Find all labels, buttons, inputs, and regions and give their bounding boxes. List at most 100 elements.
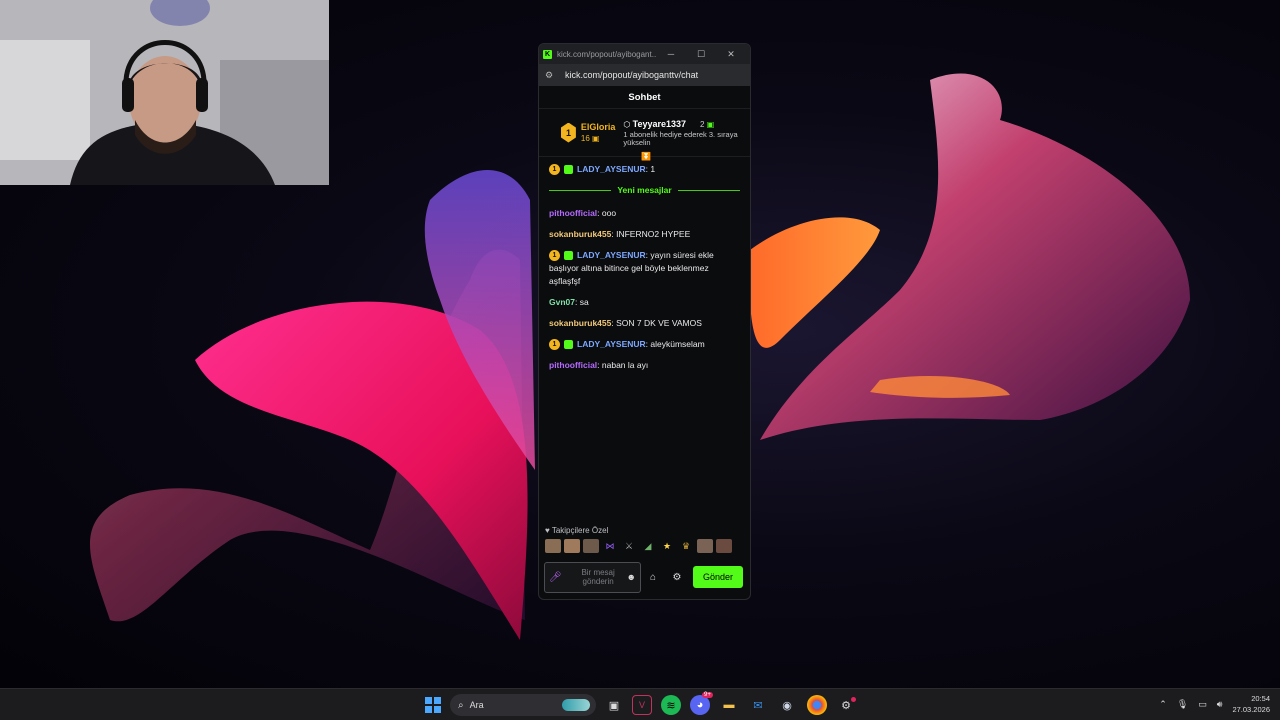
message-text: : INFERNO2 HYPEE — [611, 229, 691, 239]
search-icon: ⌕ — [458, 699, 464, 711]
chrome-icon[interactable] — [807, 695, 827, 715]
message-text: : 1 — [645, 164, 656, 174]
subscriber-badge-icon: 1 — [549, 164, 560, 176]
app-v-icon[interactable]: V — [632, 695, 652, 715]
webcam-overlay — [0, 0, 329, 185]
search-placeholder: Ara — [469, 700, 484, 710]
chat-message: 1 LADY_AYSENUR: yayın süresi ekle başlıyo… — [549, 249, 740, 288]
chevron-up-icon[interactable]: ⌃ — [1159, 699, 1167, 710]
chat-input-placeholder: Bir mesaj gönderin — [581, 568, 615, 586]
emote-face-icon[interactable] — [564, 539, 580, 553]
network-icon[interactable]: ▭ — [1198, 699, 1207, 710]
gifter-badge-icon — [564, 251, 573, 261]
message-text: : sa — [575, 297, 589, 307]
message-text: : aleykümselam — [645, 339, 705, 349]
emote-sword-icon[interactable]: ⚔ — [621, 539, 637, 553]
task-view-icon[interactable]: ▣ — [604, 695, 624, 715]
windows-start-icon[interactable] — [425, 697, 441, 713]
chat-message: sokanburuk455: SON 7 DK VE VAMOS — [549, 317, 740, 330]
address-text: kick.com/popout/ayiboganttv/chat — [565, 70, 699, 80]
shop-icon[interactable]: ⌂ — [641, 572, 665, 583]
message-username[interactable]: sokanburuk455 — [549, 229, 611, 239]
second-username[interactable]: Teyyare1337 — [633, 119, 686, 129]
pinned-leaderboard: 1 ElGloria 16 ▣ ⬡ Teyyare1337 2 ▣ 1 abone… — [539, 109, 750, 161]
message-text: : SON 7 DK VE VAMOS — [611, 318, 702, 328]
mail-icon[interactable]: ✉ — [748, 695, 768, 715]
chevron-down-icon[interactable]: ⏬ — [641, 152, 651, 161]
discord-icon[interactable]: ◕ — [690, 695, 710, 715]
clock-date: 27.03.2026 — [1232, 705, 1270, 714]
subscriber-badge-icon: 1 — [549, 250, 560, 262]
gifter-badge-icon — [564, 340, 573, 350]
clock[interactable]: 20:54 27.03.2026 — [1232, 693, 1270, 715]
gift-icon: ▣ — [592, 134, 600, 143]
spotify-icon[interactable]: ≋ — [661, 695, 681, 715]
heart-icon: ♥ — [545, 526, 550, 535]
clock-time: 20:54 — [1251, 694, 1270, 703]
chat-message: Gvn07: sa — [549, 296, 740, 309]
leader-username[interactable]: ElGloria — [581, 122, 616, 132]
emote-frog-icon[interactable]: ◢ — [640, 539, 656, 553]
discord-badge: 9+ — [702, 692, 713, 698]
chat-input-row: 🎤︎ Bir mesaj gönderin ☻ ⌂ ⚙ Gönder — [544, 561, 747, 593]
chat-message: pithoofficial: naban la ayı — [549, 359, 740, 372]
minimize-button[interactable]: ─ — [656, 49, 686, 59]
taskbar: ⌕ Ara ▣ V ≋ ◕ 9+ ▬ ✉ ◉ ⚙ ⌃ 🎙︎ ▭ 🔊︎ 20:54… — [0, 688, 1280, 720]
followers-only-label: ♥ Takipçilere Özel — [545, 526, 609, 535]
emote-face-icon[interactable] — [583, 539, 599, 553]
kick-logo-icon: K — [543, 49, 552, 59]
message-username[interactable]: Gvn07 — [549, 297, 575, 307]
site-settings-icon[interactable]: ⚙ — [545, 70, 557, 81]
subscriber-badge-icon: 1 — [549, 339, 560, 351]
chat-title: Sohbet — [628, 91, 661, 103]
chat-message: pithoofficial: ooo — [549, 207, 740, 220]
maximize-button[interactable]: ☐ — [686, 49, 716, 60]
gifter-badge-icon — [564, 165, 573, 175]
chat-messages: 1 LADY_AYSENUR: 1 Yeni mesajlar pithooffi… — [539, 157, 750, 386]
chat-popout-window: K kick.com/popout/ayibogant... ─ ☐ ✕ ⚙ k… — [538, 43, 751, 600]
emote-crown-icon[interactable]: ♛ — [678, 539, 694, 553]
gear-icon[interactable]: ⚙ — [665, 572, 689, 583]
chat-message: sokanburuk455: INFERNO2 HYPEE — [549, 228, 740, 241]
window-titlebar: K kick.com/popout/ayibogant... ─ ☐ ✕ — [539, 44, 750, 64]
window-title: kick.com/popout/ayibogant... — [557, 49, 656, 59]
emote-butterfly-icon[interactable]: ⋈ — [602, 539, 618, 553]
message-username[interactable]: pithoofficial — [549, 208, 597, 218]
search-highlight-icon — [562, 699, 590, 711]
emote-bar: ♥ Takipçilere Özel ⋈ ⚔ ◢ ★ ♛ — [539, 526, 750, 553]
close-button[interactable]: ✕ — [716, 49, 746, 60]
gift-promo-text: 1 abonelik hediye ederek 3. sıraya yükse… — [623, 129, 738, 147]
new-messages-divider: Yeni mesajlar — [549, 184, 740, 197]
message-username[interactable]: sokanburuk455 — [549, 318, 611, 328]
volume-icon[interactable]: 🔊︎ — [1217, 699, 1223, 710]
message-text: : ooo — [597, 208, 617, 218]
chat-header: Sohbet — [539, 86, 750, 109]
chat-message: 1 LADY_AYSENUR: aleykümselam — [549, 338, 740, 351]
microphone-icon[interactable]: 🎤︎ — [549, 572, 562, 583]
emote-face-icon[interactable] — [545, 539, 561, 553]
system-tray: ⌃ 🎙︎ ▭ 🔊︎ 20:54 27.03.2026 — [1159, 693, 1270, 715]
emote-face-icon[interactable] — [716, 539, 732, 553]
gift-icon: ▣ — [706, 119, 715, 129]
emote-star-icon[interactable]: ★ — [659, 539, 675, 553]
message-username[interactable]: pithoofficial — [549, 360, 597, 370]
message-username[interactable]: LADY_AYSENUR — [577, 164, 646, 174]
leader-count: 16 — [580, 134, 590, 143]
send-button[interactable]: Gönder — [693, 566, 743, 588]
address-bar[interactable]: ⚙ kick.com/popout/ayiboganttv/chat — [539, 64, 750, 86]
chat-input[interactable]: 🎤︎ Bir mesaj gönderin ☻ — [544, 561, 641, 593]
message-username[interactable]: LADY_AYSENUR — [577, 250, 646, 260]
second-count: 2 — [700, 119, 705, 129]
steam-icon[interactable]: ◉ — [777, 695, 797, 715]
emote-face-icon[interactable] — [697, 539, 713, 553]
settings-gear-icon: ⬡ — [623, 119, 631, 129]
taskbar-search[interactable]: ⌕ Ara — [450, 694, 596, 716]
emote-row: ⋈ ⚔ ◢ ★ ♛ — [545, 539, 746, 553]
emoji-icon[interactable]: ☻ — [627, 572, 636, 582]
message-username[interactable]: LADY_AYSENUR — [577, 339, 646, 349]
microphone-icon[interactable]: 🎙︎ — [1177, 699, 1188, 710]
rank-badge: 1 — [561, 122, 576, 143]
chat-message: 1 LADY_AYSENUR: 1 — [549, 163, 740, 176]
message-text: : naban la ayı — [597, 360, 649, 370]
file-explorer-icon[interactable]: ▬ — [719, 695, 739, 715]
